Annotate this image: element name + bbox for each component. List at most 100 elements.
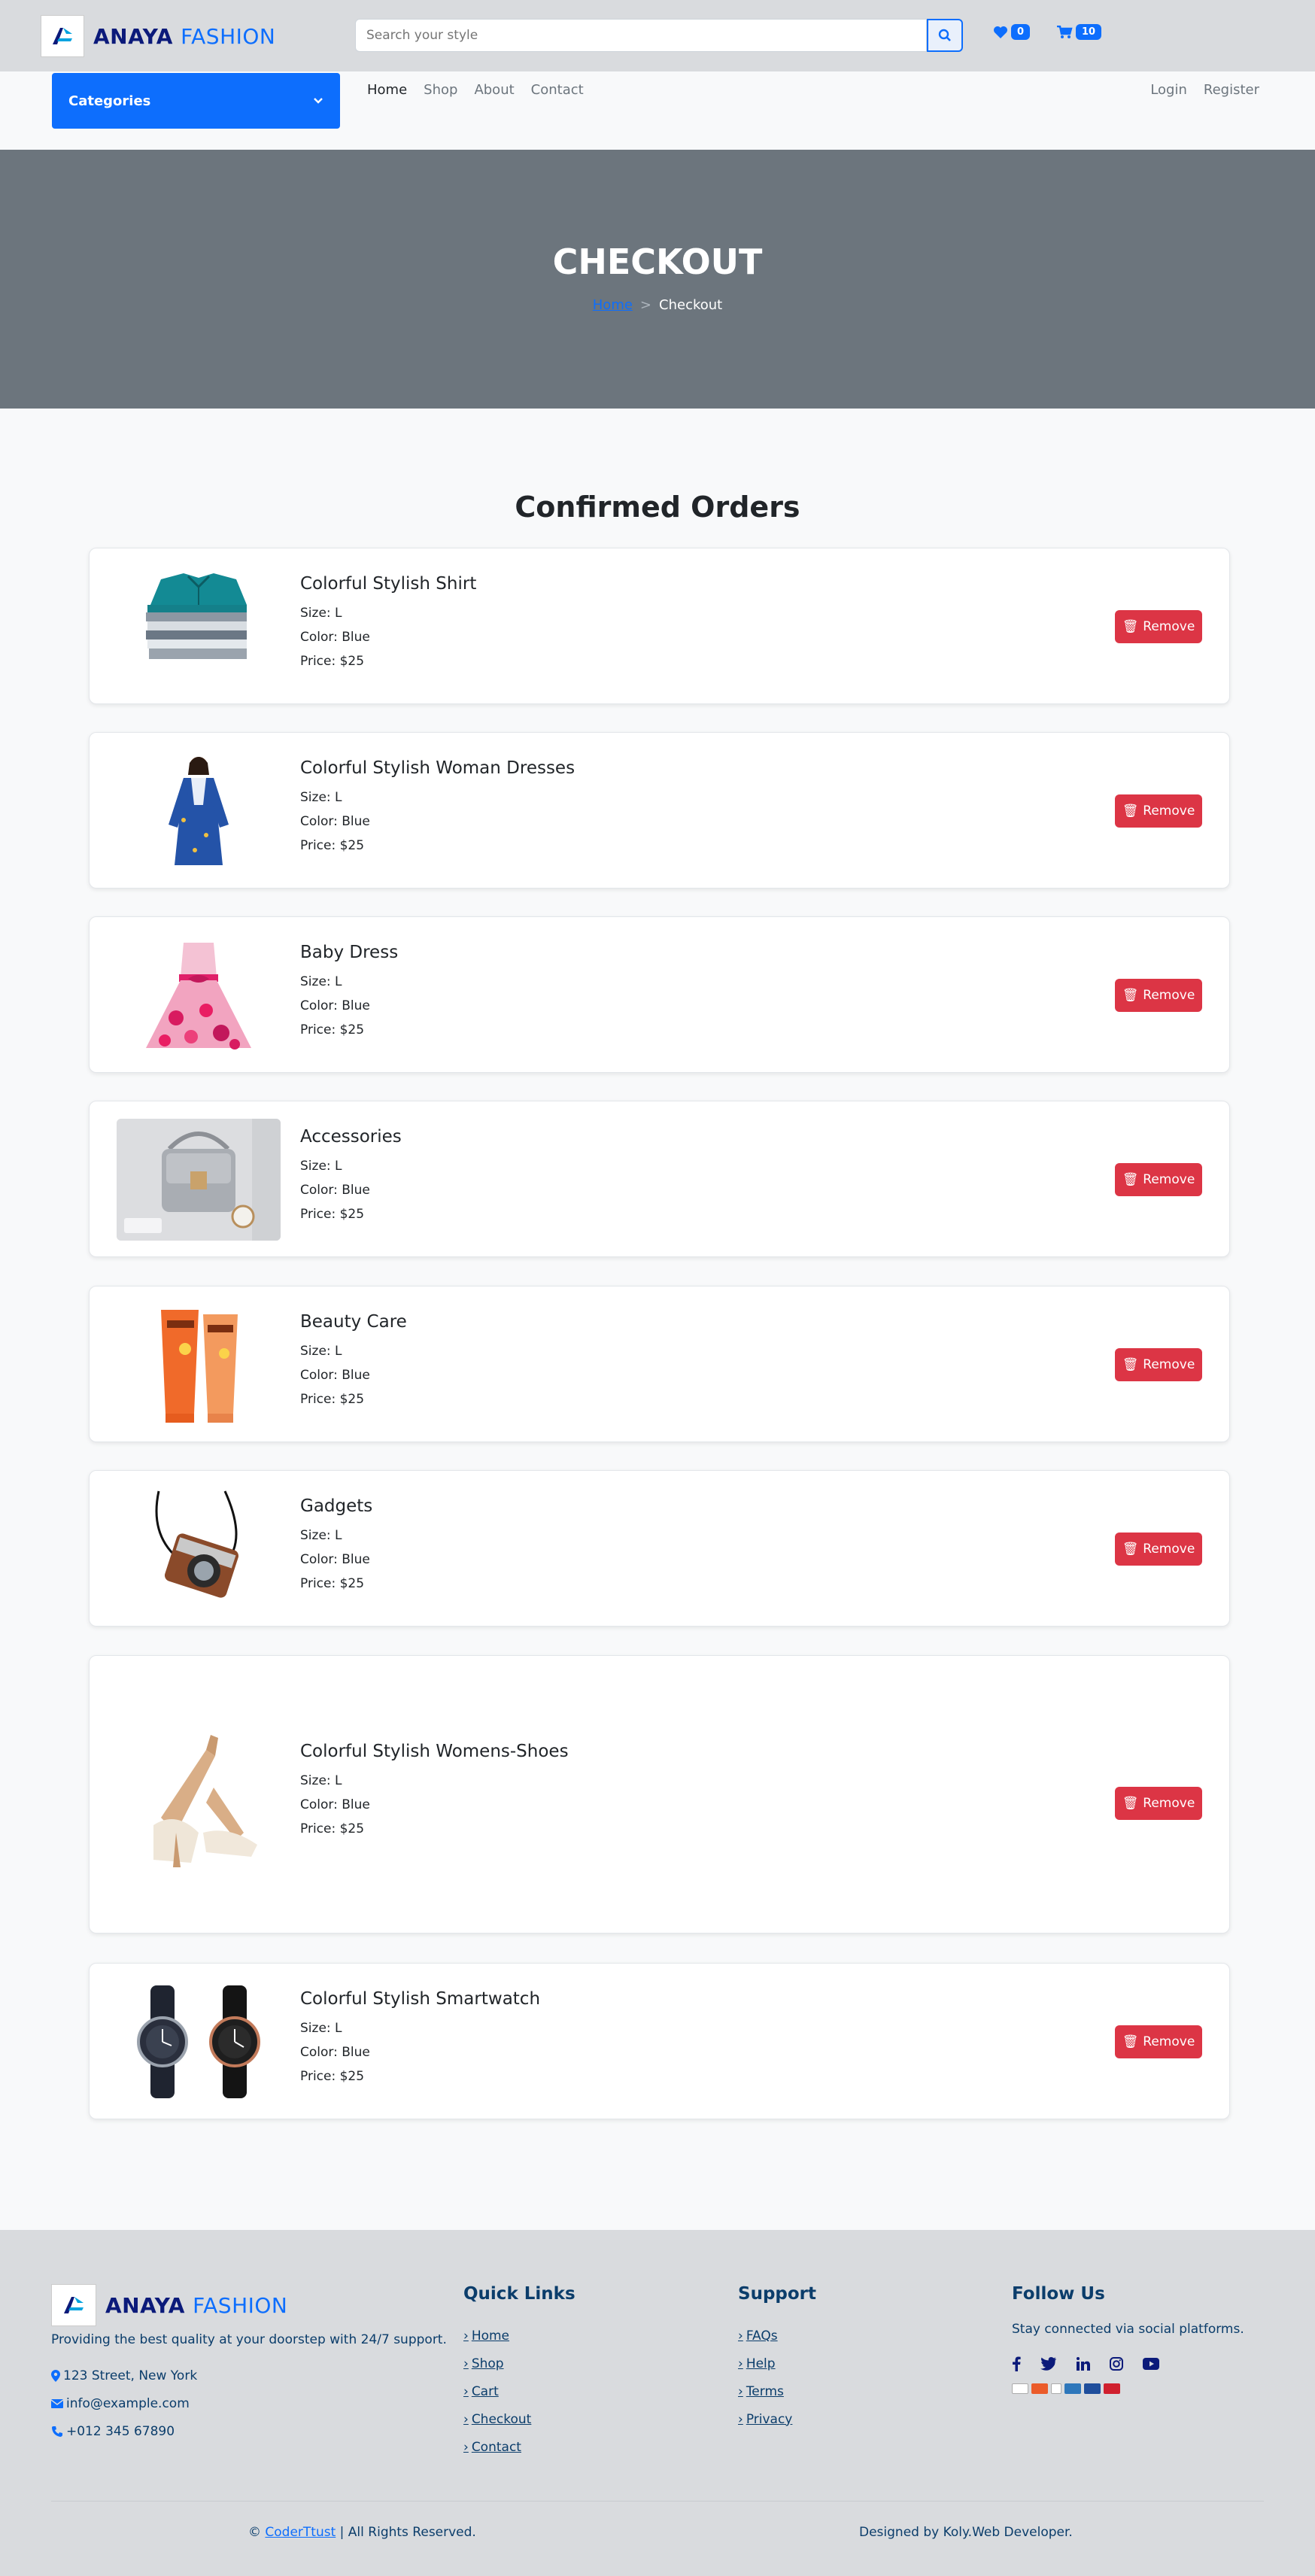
- login-link[interactable]: Login: [1150, 82, 1187, 98]
- order-info: Gadgets Size: L Color: Blue Price: $25: [300, 1496, 372, 1596]
- search-icon: [938, 29, 951, 41]
- page-title: CHECKOUT: [552, 242, 763, 282]
- trash-icon: 🗑: [1122, 1357, 1139, 1372]
- product-color: Color: Blue: [300, 2045, 370, 2060]
- product-name: Gadgets: [300, 1496, 373, 1516]
- amex-icon: [1064, 2383, 1081, 2394]
- trash-icon: 🗑: [1122, 1796, 1139, 1811]
- chevron-down-icon: [314, 98, 323, 104]
- instagram-icon[interactable]: [1110, 2357, 1123, 2371]
- product-size: Size: L: [300, 1528, 342, 1543]
- remove-label: Remove: [1143, 1172, 1195, 1187]
- categories-dropdown[interactable]: Categories: [52, 73, 340, 129]
- footer-link-terms[interactable]: › Terms: [738, 2377, 816, 2405]
- chevron-right-icon: ›: [738, 2356, 743, 2371]
- copyright-link[interactable]: CoderTtust: [265, 2525, 336, 2540]
- remove-label: Remove: [1143, 1542, 1195, 1557]
- product-price: Price: $25: [300, 1207, 365, 1222]
- orders-section-title: Confirmed Orders: [515, 491, 800, 524]
- product-color: Color: Blue: [300, 1797, 370, 1812]
- remove-button[interactable]: 🗑 Remove: [1115, 1163, 1202, 1196]
- product-image: [117, 1119, 281, 1241]
- product-image: [117, 1981, 281, 2103]
- nav-link-home[interactable]: Home: [367, 82, 407, 98]
- youtube-icon[interactable]: [1143, 2358, 1159, 2370]
- cart-count-badge: 10: [1076, 24, 1102, 40]
- twitter-icon[interactable]: [1040, 2357, 1057, 2371]
- main-nav: Home Shop About Contact: [367, 82, 584, 98]
- product-name: Colorful Stylish Woman Dresses: [300, 758, 576, 778]
- footer-follow: Follow Us Stay connected via social plat…: [1012, 2284, 1244, 2394]
- footer-link-faqs[interactable]: › FAQs: [738, 2322, 816, 2350]
- product-size: Size: L: [300, 1344, 342, 1359]
- cart-button[interactable]: 10: [1056, 24, 1102, 40]
- remove-label: Remove: [1143, 803, 1195, 819]
- wishlist-button[interactable]: 0: [993, 24, 1031, 40]
- mastercard-icon: [1031, 2383, 1048, 2394]
- order-card: Colorful Stylish Womens-Shoes Size: L Co…: [89, 1655, 1230, 1934]
- footer-description: Providing the best quality at your doors…: [51, 2332, 447, 2347]
- remove-button[interactable]: 🗑 Remove: [1115, 1533, 1202, 1566]
- remove-label: Remove: [1143, 1357, 1195, 1372]
- footer-link-home[interactable]: › Home: [463, 2322, 576, 2350]
- site-footer: ANAYA FASHION Providing the best quality…: [0, 2230, 1315, 2576]
- footer-link-checkout[interactable]: › Checkout: [463, 2405, 576, 2433]
- social-links: [1012, 2356, 1244, 2371]
- card-icon: [1104, 2383, 1120, 2394]
- footer-email[interactable]: info@example.com: [51, 2396, 190, 2411]
- order-info: Accessories Size: L Color: Blue Price: $…: [300, 1127, 402, 1226]
- brand-name: ANAYA FASHION: [105, 2292, 288, 2318]
- remove-button[interactable]: 🗑 Remove: [1115, 1348, 1202, 1381]
- breadcrumb-separator: >: [639, 297, 652, 313]
- remove-button[interactable]: 🗑 Remove: [1115, 794, 1202, 828]
- logo-mark-icon: [41, 15, 84, 57]
- footer-link-privacy[interactable]: › Privacy: [738, 2405, 816, 2433]
- remove-button[interactable]: 🗑 Remove: [1115, 979, 1202, 1012]
- product-price: Price: $25: [300, 1392, 365, 1407]
- product-image: [117, 1734, 281, 1867]
- footer-brand-logo[interactable]: ANAYA FASHION: [51, 2284, 287, 2326]
- search-button[interactable]: [927, 19, 963, 52]
- breadcrumb-current: Checkout: [659, 297, 723, 313]
- product-size: Size: L: [300, 790, 342, 805]
- footer-link-cart[interactable]: › Cart: [463, 2377, 576, 2405]
- trash-icon: 🗑: [1122, 2034, 1139, 2049]
- nav-link-shop[interactable]: Shop: [424, 82, 457, 98]
- nav-link-contact[interactable]: Contact: [531, 82, 584, 98]
- product-name: Colorful Stylish Shirt: [300, 574, 477, 594]
- product-image: [117, 566, 281, 688]
- product-image: [117, 1488, 281, 1610]
- nav-link-about[interactable]: About: [474, 82, 514, 98]
- product-image: [117, 750, 281, 872]
- remove-button[interactable]: 🗑 Remove: [1115, 1787, 1202, 1820]
- product-price: Price: $25: [300, 838, 365, 853]
- auth-links: Login Register: [1150, 82, 1259, 98]
- trash-icon: 🗑: [1122, 988, 1139, 1003]
- footer-link-contact[interactable]: › Contact: [463, 2433, 576, 2461]
- quick-links-title: Quick Links: [463, 2284, 576, 2304]
- order-card: Colorful Stylish Shirt Size: L Color: Bl…: [89, 548, 1230, 704]
- remove-button[interactable]: 🗑 Remove: [1115, 2025, 1202, 2058]
- footer-phone[interactable]: +012 345 67890: [51, 2424, 175, 2439]
- footer-link-help[interactable]: › Help: [738, 2350, 816, 2377]
- chevron-right-icon: ›: [463, 2328, 469, 2344]
- breadcrumb: Home > Checkout: [0, 297, 1315, 313]
- product-size: Size: L: [300, 2021, 342, 2036]
- search-input[interactable]: [355, 19, 927, 52]
- order-card: Colorful Stylish Woman Dresses Size: L C…: [89, 732, 1230, 889]
- card-icon: [1084, 2383, 1101, 2394]
- trash-icon: 🗑: [1122, 1172, 1139, 1187]
- page-hero: CHECKOUT Home > Checkout: [0, 150, 1315, 409]
- footer-support: Support › FAQs › Help › Terms › Privacy: [738, 2284, 816, 2433]
- phone-icon: [52, 2426, 62, 2437]
- remove-label: Remove: [1143, 988, 1195, 1003]
- register-link[interactable]: Register: [1204, 82, 1259, 98]
- brand-logo[interactable]: ANAYA FASHION: [41, 15, 275, 57]
- facebook-icon[interactable]: [1012, 2356, 1021, 2371]
- remove-label: Remove: [1143, 2034, 1195, 2049]
- cart-icon: [1057, 25, 1073, 38]
- footer-link-shop[interactable]: › Shop: [463, 2350, 576, 2377]
- breadcrumb-home-link[interactable]: Home: [593, 297, 633, 313]
- linkedin-icon[interactable]: [1077, 2357, 1090, 2371]
- remove-button[interactable]: 🗑 Remove: [1115, 610, 1202, 643]
